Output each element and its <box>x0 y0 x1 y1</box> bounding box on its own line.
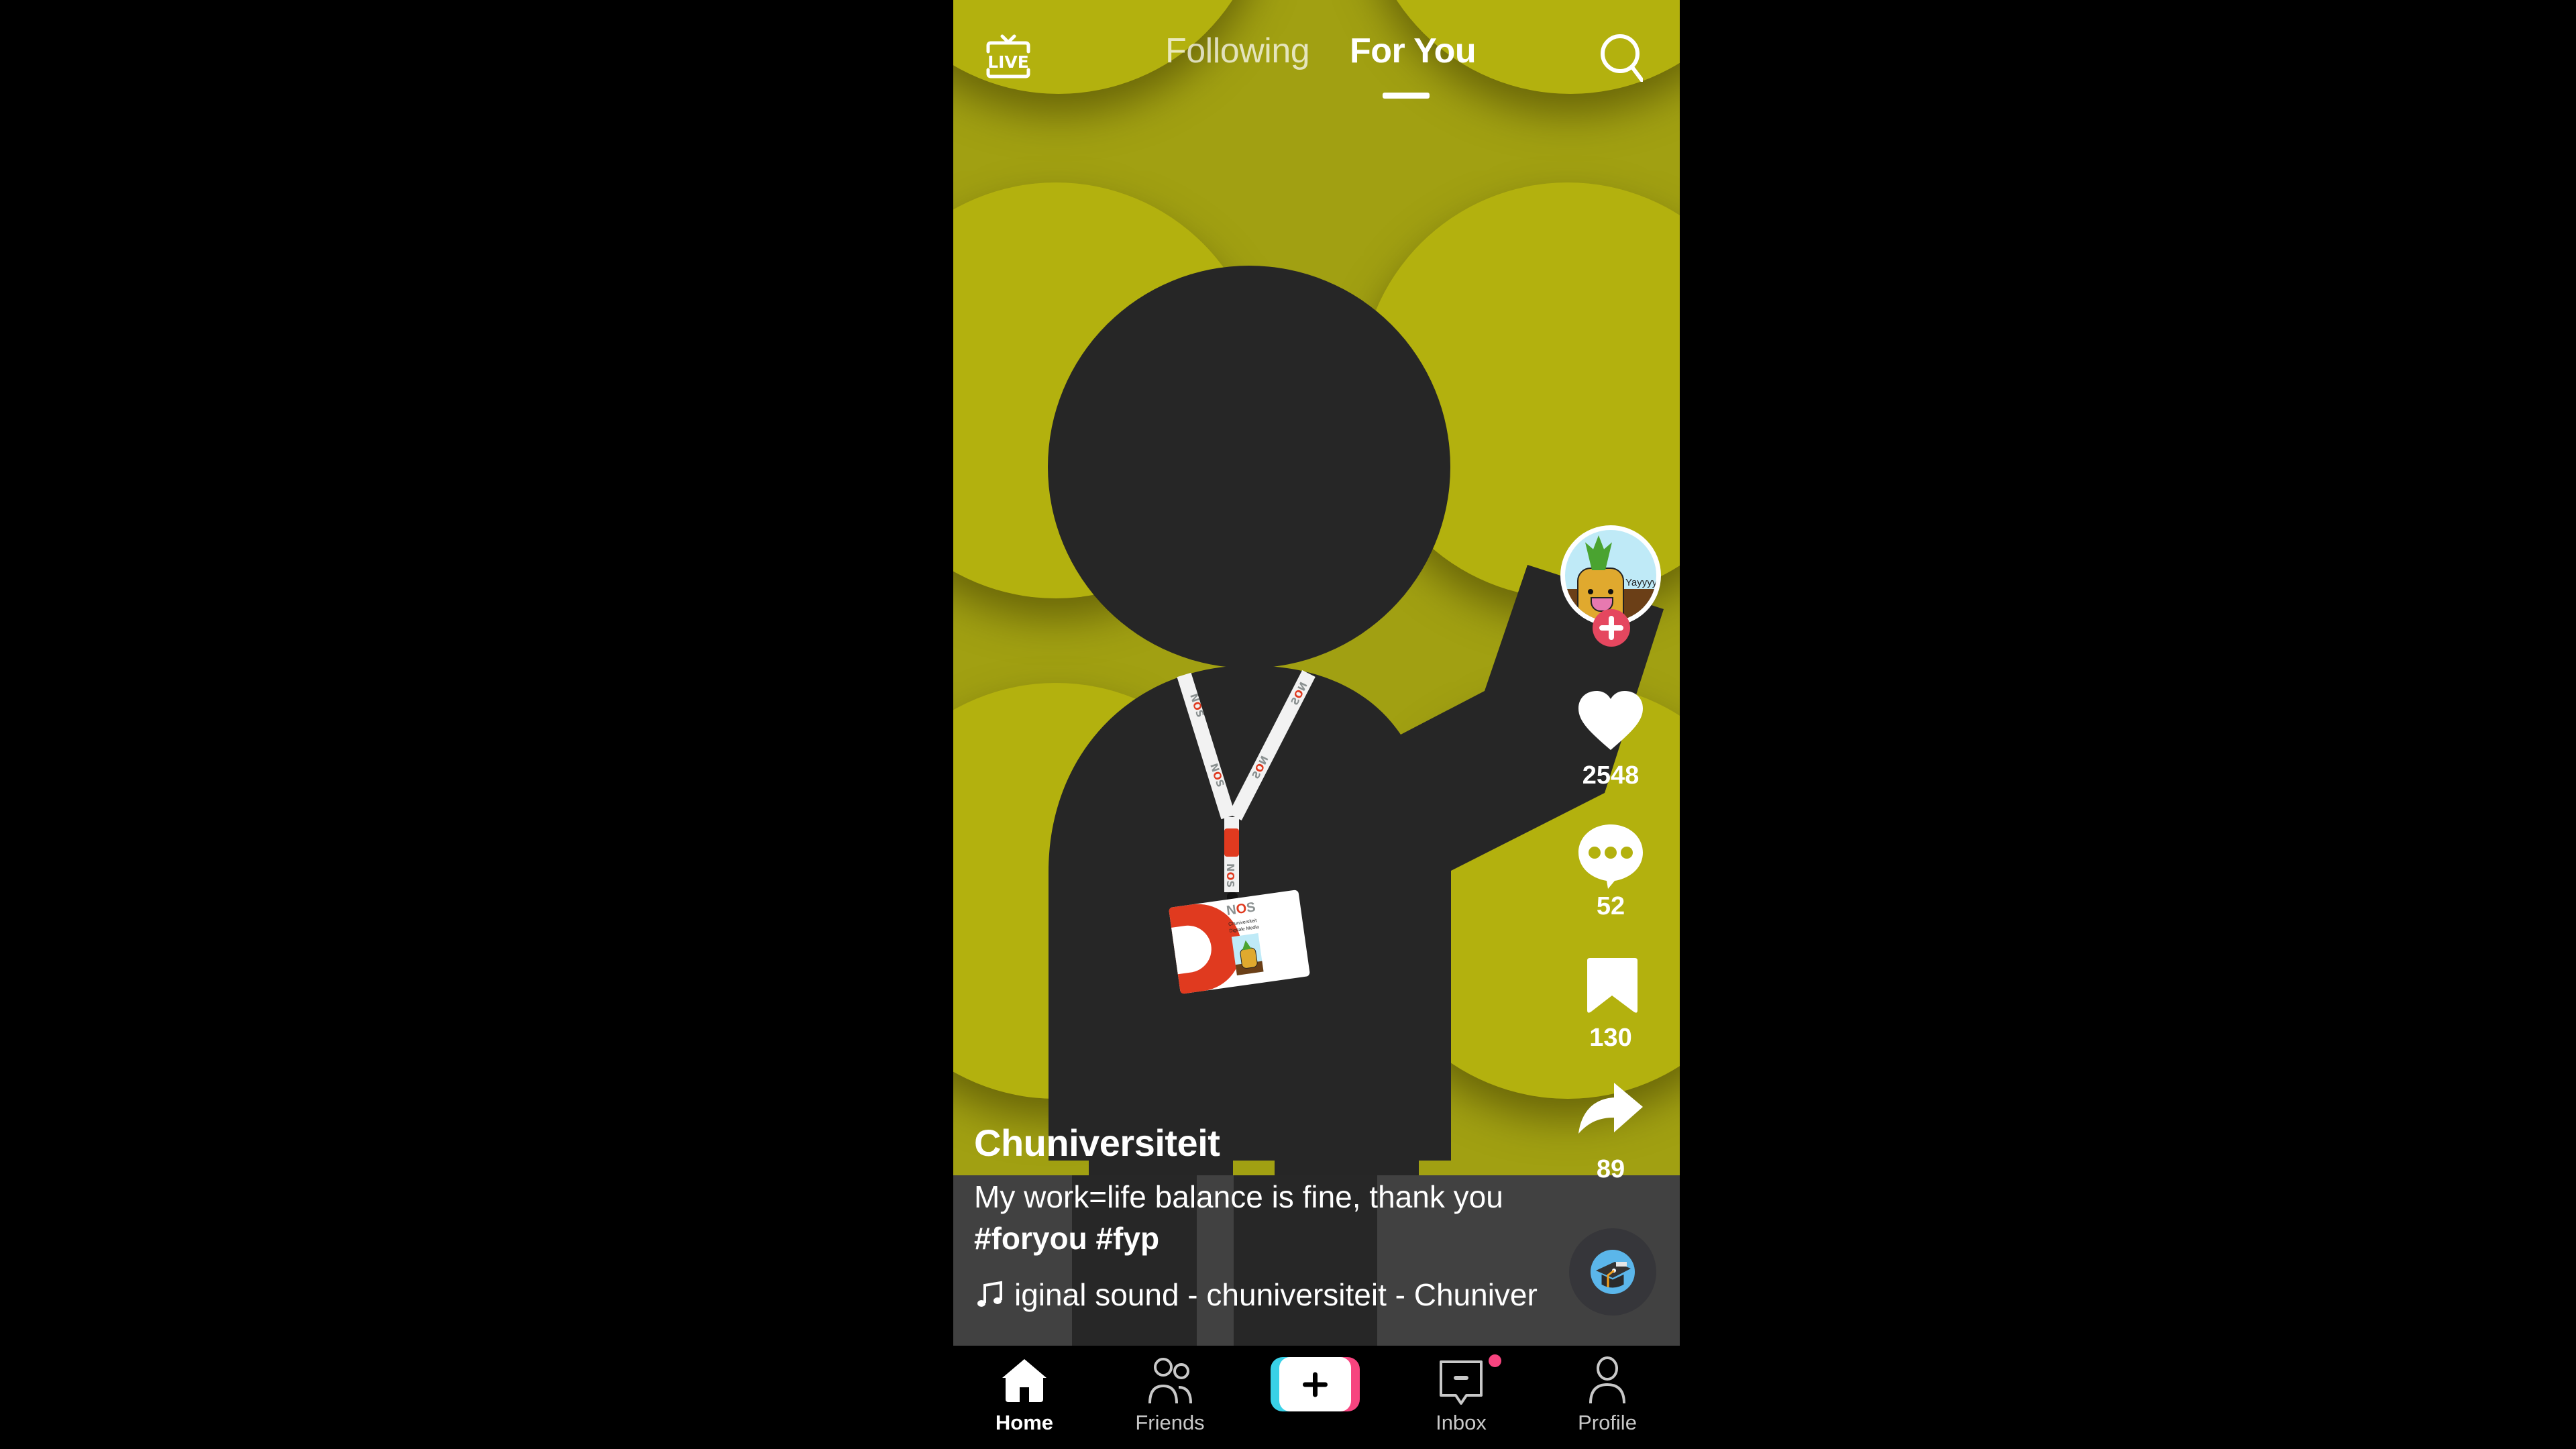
nav-home[interactable]: Home <box>974 1346 1075 1449</box>
share-icon[interactable] <box>1577 1083 1644 1136</box>
live-tv-icon[interactable]: LIVE <box>985 34 1032 78</box>
friends-icon <box>1148 1358 1192 1404</box>
tab-following[interactable]: Following <box>1165 31 1310 71</box>
inbox-notification-dot <box>1489 1354 1501 1367</box>
music-note-icon <box>977 1281 1002 1307</box>
nav-create-button[interactable] <box>1271 1357 1360 1411</box>
figure-head <box>1048 266 1450 668</box>
like-count: 2548 <box>1582 761 1640 790</box>
create-plus-icon <box>1271 1357 1360 1411</box>
save-count: 130 <box>1589 1024 1632 1052</box>
plus-icon <box>1599 616 1623 640</box>
comment-icon[interactable] <box>1577 823 1644 890</box>
phone-screen: NOS NOS NOS NOS NOS NOS Chuniversiteit D… <box>953 0 1680 1449</box>
svg-text:LIVE: LIVE <box>987 52 1029 72</box>
svg-text:NOS: NOS <box>1224 863 1236 888</box>
avatar-caption: Yayyyy! <box>1625 577 1660 588</box>
profile-icon <box>1589 1356 1625 1404</box>
creator-username[interactable]: Chuniversiteit <box>974 1121 1220 1165</box>
nav-inbox[interactable]: Inbox <box>1411 1346 1511 1449</box>
figure-body <box>1049 565 1664 1161</box>
bottom-nav: Home Friends Inbox Profile <box>953 1346 1680 1449</box>
tab-for-you[interactable]: For You <box>1350 31 1477 71</box>
caption-text: My work=life balance is fine, thank you <box>974 1179 1503 1214</box>
follow-button[interactable] <box>1593 609 1630 647</box>
share-count: 89 <box>1596 1155 1625 1183</box>
music-marquee[interactable]: iginal sound - chuniversiteit - Chuniver <box>975 1277 1538 1313</box>
inbox-icon <box>1440 1360 1483 1405</box>
bookmark-icon[interactable] <box>1577 958 1644 1014</box>
comment-count: 52 <box>1596 892 1625 920</box>
active-tab-indicator <box>1383 93 1430 99</box>
post-caption: My work=life balance is fine, thank you … <box>974 1176 1503 1259</box>
search-icon[interactable] <box>1596 31 1643 82</box>
music-disc[interactable] <box>1569 1228 1656 1316</box>
nav-friends[interactable]: Friends <box>1120 1346 1220 1449</box>
caption-hashtags[interactable]: #foryou #fyp <box>974 1218 1503 1259</box>
badge-photo <box>1231 933 1264 976</box>
home-icon <box>1002 1359 1046 1402</box>
graduation-cap-icon <box>1591 1250 1635 1294</box>
nav-profile[interactable]: Profile <box>1557 1346 1658 1449</box>
pineapple-icon <box>1239 947 1258 969</box>
music-title: iginal sound - chuniversiteit - Chuniver <box>1014 1277 1538 1312</box>
heart-icon[interactable] <box>1577 691 1644 751</box>
